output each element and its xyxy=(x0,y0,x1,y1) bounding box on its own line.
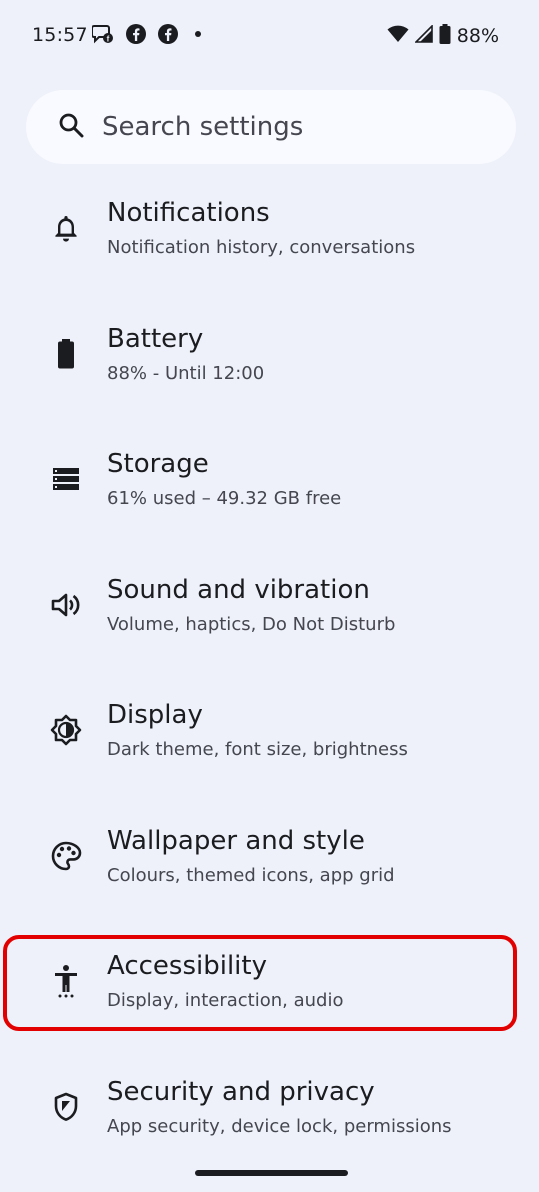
wifi-icon xyxy=(387,25,409,47)
settings-item-title: Battery xyxy=(107,324,203,354)
status-notification-icons: f xyxy=(92,24,206,48)
search-icon xyxy=(58,112,84,142)
settings-item-subtitle: Colours, themed icons, app grid xyxy=(107,865,395,886)
settings-item-notifications[interactable]: Notifications Notification history, conv… xyxy=(0,188,539,314)
status-bar: 15:57 f xyxy=(0,0,539,70)
battery-percent: 88% xyxy=(457,25,499,47)
brightness-icon xyxy=(50,714,82,746)
settings-item-title: Security and privacy xyxy=(107,1077,375,1107)
facebook-icon xyxy=(126,24,146,48)
cellular-signal-icon xyxy=(415,25,433,47)
settings-item-title: Storage xyxy=(107,449,209,479)
settings-item-title: Display xyxy=(107,700,203,730)
dot-icon xyxy=(190,24,206,48)
storage-icon xyxy=(50,463,82,495)
facebook-icon xyxy=(158,24,178,48)
gesture-navigation-handle[interactable] xyxy=(195,1170,348,1176)
settings-item-accessibility[interactable]: Accessibility Display, interaction, audi… xyxy=(0,941,539,1067)
battery-icon xyxy=(439,24,451,48)
settings-item-subtitle: 88% - Until 12:00 xyxy=(107,363,264,384)
status-time: 15:57 xyxy=(32,24,88,46)
search-bar[interactable]: Search settings xyxy=(26,90,516,164)
palette-icon xyxy=(50,840,82,872)
battery-icon xyxy=(50,338,82,370)
settings-item-wallpaper[interactable]: Wallpaper and style Colours, themed icon… xyxy=(0,816,539,942)
settings-item-sound[interactable]: Sound and vibration Volume, haptics, Do … xyxy=(0,565,539,691)
search-placeholder: Search settings xyxy=(102,112,303,142)
svg-text:f: f xyxy=(107,35,110,44)
settings-item-subtitle: Dark theme, font size, brightness xyxy=(107,739,408,760)
chat-notification-icon: f xyxy=(92,24,114,48)
settings-item-subtitle: Display, interaction, audio xyxy=(107,990,343,1011)
bell-icon xyxy=(50,212,82,244)
accessibility-icon xyxy=(50,965,82,997)
settings-item-display[interactable]: Display Dark theme, font size, brightnes… xyxy=(0,690,539,816)
settings-item-subtitle: App security, device lock, permissions xyxy=(107,1116,452,1137)
settings-item-subtitle: 61% used – 49.32 GB free xyxy=(107,488,341,509)
settings-item-title: Accessibility xyxy=(107,951,267,981)
settings-item-title: Sound and vibration xyxy=(107,575,370,605)
volume-icon xyxy=(50,589,82,621)
settings-list: Notifications Notification history, conv… xyxy=(0,188,539,1192)
settings-item-subtitle: Notification history, conversations xyxy=(107,237,415,258)
status-system-icons: 88% xyxy=(387,24,499,48)
shield-icon xyxy=(50,1091,82,1123)
settings-item-storage[interactable]: Storage 61% used – 49.32 GB free xyxy=(0,439,539,565)
settings-item-subtitle: Volume, haptics, Do Not Disturb xyxy=(107,614,395,635)
settings-item-battery[interactable]: Battery 88% - Until 12:00 xyxy=(0,314,539,440)
settings-item-title: Wallpaper and style xyxy=(107,826,365,856)
settings-item-title: Notifications xyxy=(107,198,270,228)
